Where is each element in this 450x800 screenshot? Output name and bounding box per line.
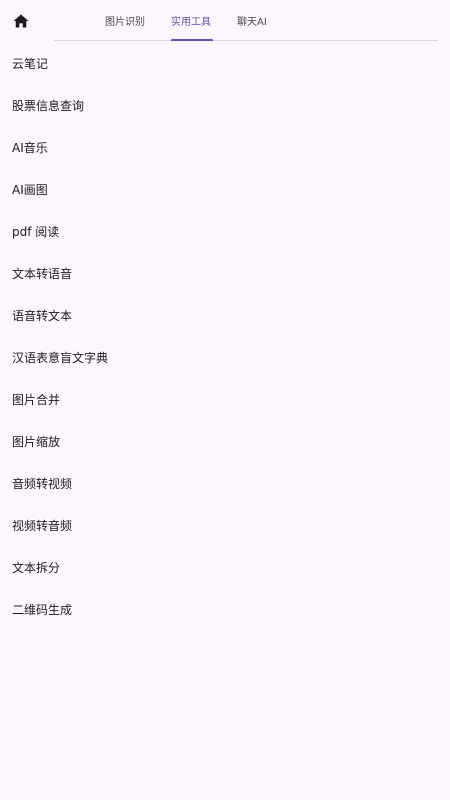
list-item-speech-to-text[interactable]: 语音转文本 [0,294,450,336]
tab-image-recognition[interactable]: 图片识别 [105,13,145,28]
list-item-pdf-reader[interactable]: pdf 阅读 [0,210,450,252]
list-item-cloud-notes[interactable]: 云笔记 [0,42,450,84]
tab-utilities[interactable]: 实用工具 [171,13,211,28]
home-button[interactable] [11,12,31,30]
list-item-ai-drawing[interactable]: AI画图 [0,168,450,210]
tool-list: 云笔记 股票信息查询 AI音乐 AI画图 pdf 阅读 文本转语音 语音转文本 … [0,42,450,630]
list-item-stock-info-query[interactable]: 股票信息查询 [0,84,450,126]
list-item-ai-music[interactable]: AI音乐 [0,126,450,168]
list-item-text-to-speech[interactable]: 文本转语音 [0,252,450,294]
home-icon [13,14,29,28]
list-item-video-to-audio[interactable]: 视频转音频 [0,504,450,546]
tab-chat-ai[interactable]: 聊天AI [237,13,267,28]
top-app-bar: 图片识别 实用工具 聊天AI [0,0,450,41]
list-item-qr-code-generator[interactable]: 二维码生成 [0,588,450,630]
tab-bar: 图片识别 实用工具 聊天AI [54,0,438,41]
list-item-text-split[interactable]: 文本拆分 [0,546,450,588]
list-item-image-resize[interactable]: 图片缩放 [0,420,450,462]
list-item-braille-dictionary[interactable]: 汉语表意盲文字典 [0,336,450,378]
list-item-image-merge[interactable]: 图片合并 [0,378,450,420]
active-tab-indicator [171,39,213,41]
list-item-audio-to-video[interactable]: 音频转视频 [0,462,450,504]
